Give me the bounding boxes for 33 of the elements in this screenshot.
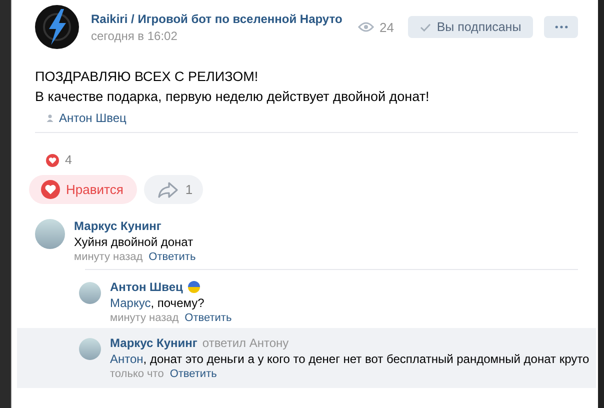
likes-count: 4	[65, 153, 72, 167]
ellipsis-icon	[554, 25, 568, 29]
group-title-link[interactable]: Raikiri / Игровой бот по вселенной Наруто	[91, 12, 358, 26]
post-text: ПОЗДРАВЛЯЮ ВСЕХ С РЕЛИЗОМ!	[34, 68, 260, 86]
lightning-logo-icon	[35, 5, 79, 49]
share-arrow-icon	[157, 180, 180, 198]
comment-text: Хуйня двойной донат	[74, 235, 194, 249]
avatar-placeholder	[79, 282, 101, 304]
comment-time: только что	[110, 368, 164, 380]
more-button[interactable]	[544, 16, 578, 38]
reply-link[interactable]: Ответить	[170, 368, 217, 380]
addressee-link[interactable]: Антон	[110, 352, 144, 366]
post-text: В качестве подарка, первую неделю действует двойной донат!	[34, 88, 430, 106]
views-count: 24	[380, 20, 394, 34]
commenter-name-link[interactable]: Антон Швец	[110, 280, 183, 294]
comment-text: Антон, донат это деньги а у кого то денег нет вот бесплатный рандомный донат круто	[110, 352, 590, 366]
commenter-name-link[interactable]: Маркус Кунинг	[110, 336, 198, 350]
eye-icon	[358, 21, 374, 33]
replied-to-text: ответил Антону	[202, 336, 289, 350]
addressee-link[interactable]: Маркус	[110, 296, 151, 310]
person-icon	[46, 114, 54, 122]
signer-link[interactable]: Антон Швец	[59, 111, 126, 125]
comment-text: Маркус, почему?	[110, 296, 206, 310]
avatar-placeholder	[79, 338, 101, 360]
comment-time: минуту назад	[74, 251, 143, 263]
reply-link[interactable]: Ответить	[148, 251, 196, 263]
subscribed-button[interactable]: Вы подписаны	[408, 16, 533, 38]
commenter-name-link[interactable]: Маркус Кунинг	[74, 219, 162, 233]
reply-link[interactable]: Ответить	[184, 312, 232, 324]
avatar-placeholder	[35, 219, 65, 249]
comment-time: минуту назад	[110, 312, 179, 324]
check-icon	[420, 22, 431, 32]
post-time: сегодня в 16:02	[91, 28, 178, 42]
